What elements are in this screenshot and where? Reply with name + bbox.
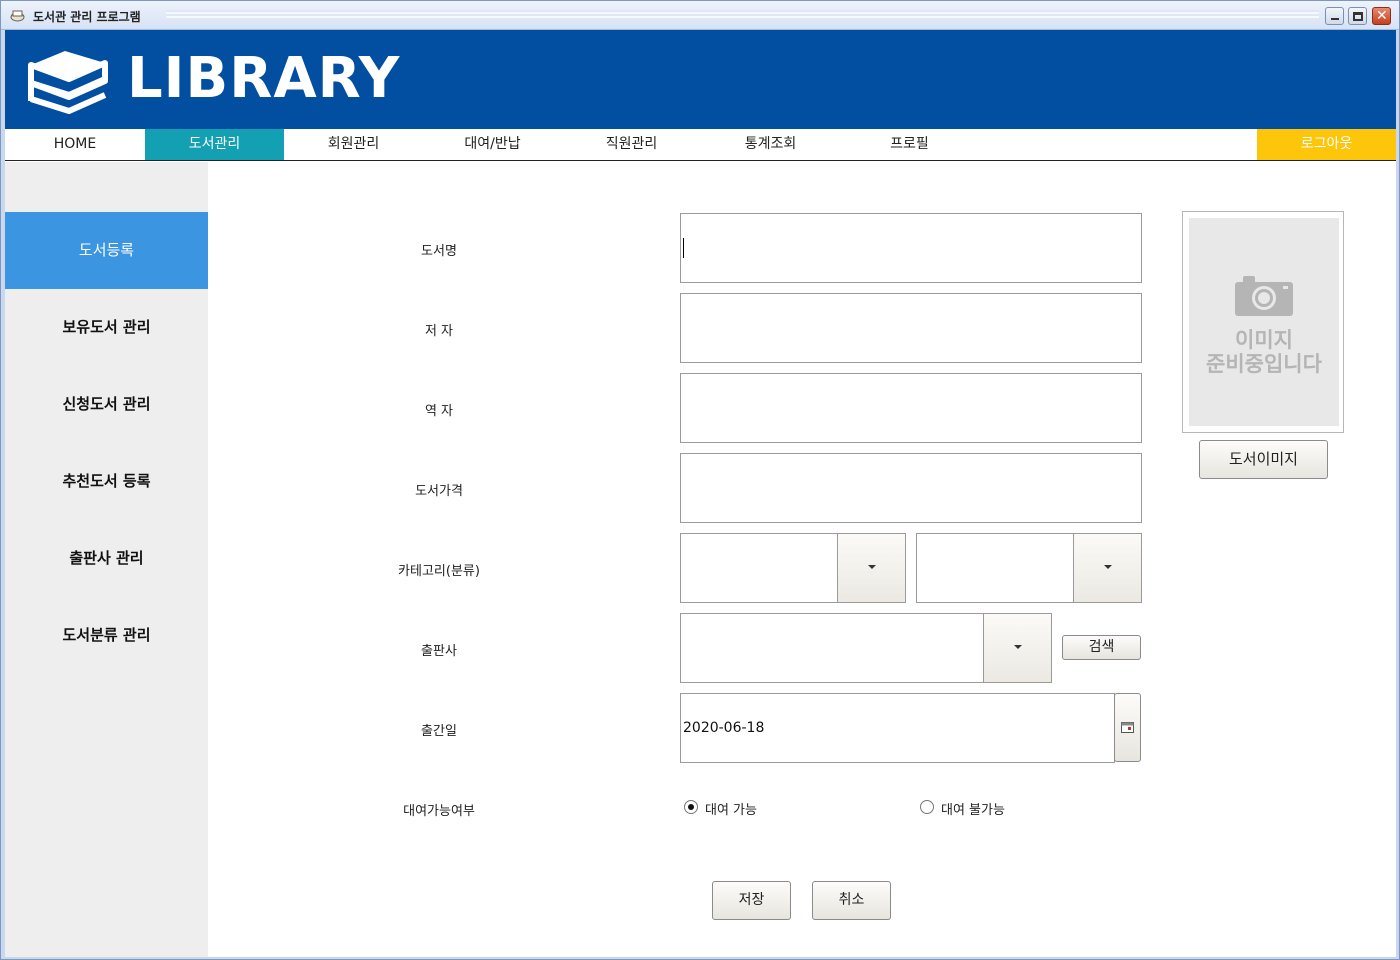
title-bar[interactable]: 도서관 관리 프로그램 ✕ [1,1,1399,30]
dropdown-button[interactable] [983,614,1051,682]
publisher-label: 출판사 [421,644,457,659]
top-nav: HOME 도서관리 회원관리 대여/반납 직원관리 통계조회 프로필 로그아웃 [5,129,1396,161]
placeholder-line2: 준비중입니다 [1206,352,1322,376]
pubdate-label: 출간일 [421,724,457,739]
title-label: 도서명 [421,244,457,259]
app-window: 도서관 관리 프로그램 ✕ LIBRARY HOME 도서관리 회원관리 대여/… [0,0,1400,960]
chevron-down-icon [1104,565,1112,569]
price-input[interactable] [680,453,1142,523]
save-button[interactable]: 저장 [712,881,791,920]
nav-home[interactable]: HOME [5,129,145,160]
placeholder-line1: 이미지 [1235,328,1293,352]
books-stack-icon [28,51,108,114]
maximize-button[interactable] [1348,7,1367,25]
header-banner: LIBRARY [5,30,1396,129]
publisher-search-button[interactable]: 검색 [1062,635,1141,660]
cancel-button[interactable]: 취소 [812,881,891,920]
nav-rental-return[interactable]: 대여/반납 [423,129,562,160]
close-button[interactable]: ✕ [1372,7,1391,25]
minimize-button[interactable] [1325,7,1344,25]
author-input[interactable] [680,293,1142,363]
window-title: 도서관 관리 프로그램 [33,10,141,24]
translator-input[interactable] [680,373,1142,443]
chevron-down-icon [1014,645,1022,649]
logo-text: LIBRARY [127,46,401,111]
book-image-frame: 이미지 준비중입니다 [1182,211,1344,433]
category-major-select[interactable] [680,533,906,603]
close-icon: ✕ [1376,8,1388,24]
logout-button[interactable]: 로그아웃 [1257,129,1396,160]
app-icon [10,10,25,22]
camera-icon [1235,276,1293,316]
text-caret [683,238,684,258]
sidebar: 도서등록 보유도서 관리 신청도서 관리 추천도서 등록 출판사 관리 도서분류… [5,162,208,957]
chevron-down-icon [868,565,876,569]
calendar-button[interactable] [1114,693,1141,762]
price-label: 도서가격 [415,484,463,499]
dropdown-button[interactable] [1073,534,1141,602]
rental-available-radio[interactable] [684,800,698,814]
sidebar-item-book-register[interactable]: 도서등록 [5,212,208,289]
pubdate-value: 2020-06-18 [683,720,765,736]
sidebar-item-book-categories[interactable]: 도서분류 관리 [5,597,208,674]
author-label: 저 자 [424,324,454,339]
pubdate-input[interactable]: 2020-06-18 [680,693,1115,763]
title-bar-texture [166,10,1319,20]
maximize-icon [1353,12,1363,21]
sidebar-item-recommended-books[interactable]: 추천도서 등록 [5,443,208,520]
title-input[interactable] [680,213,1142,283]
category-label: 카테고리(분류) [398,564,480,579]
nav-staff-management[interactable]: 직원관리 [562,129,701,160]
nav-member-management[interactable]: 회원관리 [284,129,423,160]
dropdown-button[interactable] [837,534,905,602]
category-minor-select[interactable] [916,533,1142,603]
translator-label: 역 자 [424,404,454,419]
minimize-icon [1331,18,1339,20]
sidebar-item-publishers[interactable]: 출판사 관리 [5,520,208,597]
book-image-button[interactable]: 도서이미지 [1199,440,1328,479]
rental-unavailable-label[interactable]: 대여 불가능 [941,799,1005,818]
publisher-select[interactable] [680,613,1052,683]
book-image-placeholder: 이미지 준비중입니다 [1189,218,1339,426]
sidebar-item-owned-books[interactable]: 보유도서 관리 [5,289,208,366]
calendar-icon [1121,722,1134,733]
nav-statistics[interactable]: 통계조회 [701,129,840,160]
rental-available-label[interactable]: 대여 가능 [705,799,757,818]
rental-unavailable-radio[interactable] [920,800,934,814]
client-area: LIBRARY HOME 도서관리 회원관리 대여/반납 직원관리 통계조회 프… [5,30,1396,957]
nav-profile[interactable]: 프로필 [840,129,979,160]
sidebar-item-requested-books[interactable]: 신청도서 관리 [5,366,208,443]
nav-book-management[interactable]: 도서관리 [145,129,284,160]
rental-availability-label: 대여가능여부 [403,804,475,819]
